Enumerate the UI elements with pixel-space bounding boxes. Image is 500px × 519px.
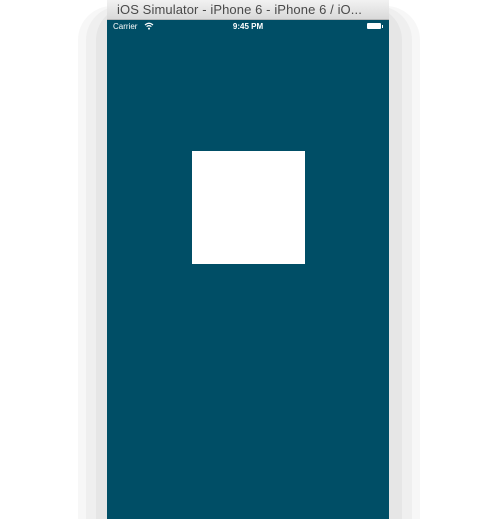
ios-status-bar: Carrier 9:45 PM bbox=[107, 20, 389, 34]
simulator-window: iOS Simulator - iPhone 6 - iPhone 6 / iO… bbox=[107, 0, 389, 519]
window-title: iOS Simulator - iPhone 6 - iPhone 6 / iO… bbox=[117, 2, 362, 17]
desktop: iOS Simulator - iPhone 6 - iPhone 6 / iO… bbox=[0, 0, 500, 519]
white-square-view bbox=[192, 151, 305, 264]
battery-icon bbox=[367, 23, 381, 29]
window-titlebar[interactable]: iOS Simulator - iPhone 6 - iPhone 6 / iO… bbox=[107, 0, 389, 20]
status-time: 9:45 PM bbox=[232, 22, 264, 31]
battery-tip bbox=[382, 25, 383, 28]
